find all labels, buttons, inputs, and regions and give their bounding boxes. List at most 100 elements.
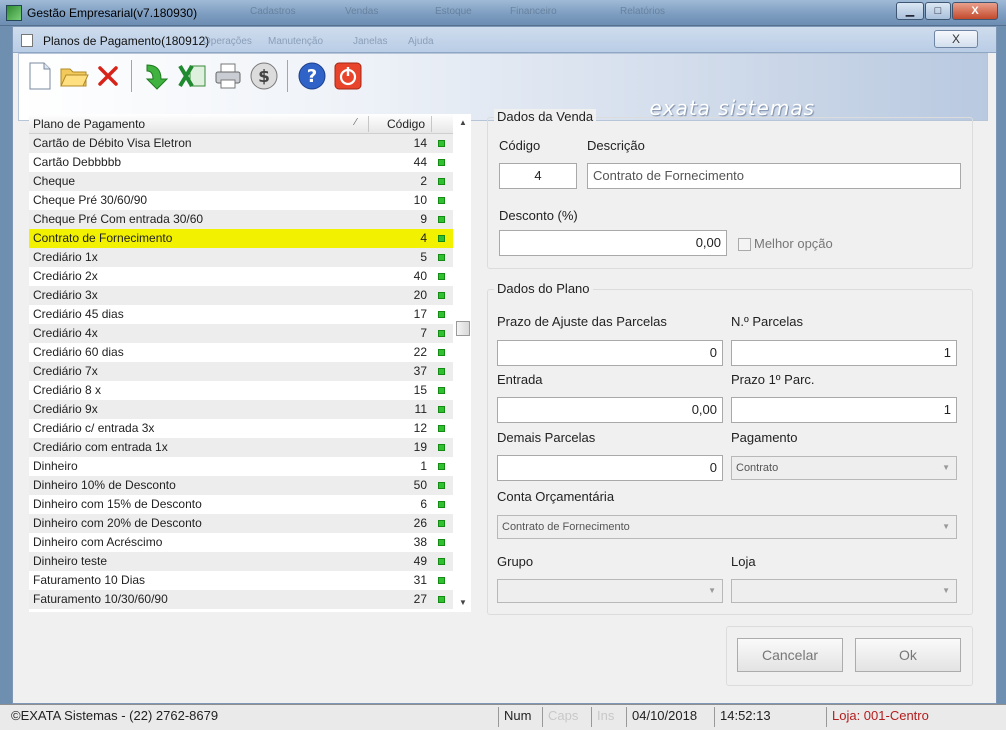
active-status-icon	[438, 197, 445, 204]
list-item-name: Cheque Pré 30/60/90	[33, 193, 148, 207]
list-item[interactable]: Crediário 9x 11	[29, 400, 453, 419]
list-item[interactable]: Dinheiro 10% de Desconto 50	[29, 476, 453, 495]
ghost-menu-item: Financeiro	[510, 6, 557, 17]
list-item[interactable]: Cheque Pré 30/60/90 10	[29, 191, 453, 210]
pagamento-label: Pagamento	[731, 430, 798, 445]
list-item[interactable]: Cheque 2	[29, 172, 453, 191]
list-item[interactable]: Crediário 45 dias 17	[29, 305, 453, 324]
import-arrow-icon[interactable]	[139, 60, 173, 92]
cancelar-button[interactable]: Cancelar	[737, 638, 843, 672]
payment-plan-list[interactable]: Plano de Pagamento ⁄ Código Cartão de Dé…	[29, 114, 471, 612]
conta-orcamentaria-select[interactable]: Contrato de Fornecimento ▼	[497, 515, 957, 539]
list-item-code: 22	[413, 345, 427, 359]
desconto-field[interactable]: 0,00	[499, 230, 727, 256]
help-icon[interactable]: ?	[295, 60, 329, 92]
codigo-field[interactable]: 4	[499, 163, 577, 189]
list-item[interactable]: Dinheiro com 15% de Desconto 6	[29, 495, 453, 514]
list-item[interactable]: Crediário 1x 5	[29, 248, 453, 267]
list-item[interactable]: Dinheiro com Acréscimo 38	[29, 533, 453, 552]
descricao-field[interactable]: Contrato de Fornecimento	[587, 163, 961, 189]
melhor-opcao-checkbox[interactable]	[738, 238, 751, 251]
active-status-icon	[438, 178, 445, 185]
demais-parcelas-field[interactable]: 0	[497, 455, 723, 481]
list-item-code: 44	[413, 155, 427, 169]
active-status-icon	[438, 520, 445, 527]
active-status-icon	[438, 463, 445, 470]
list-item[interactable]: Crediário 4x 7	[29, 324, 453, 343]
active-status-icon	[438, 216, 445, 223]
list-item[interactable]: Crediário 60 dias 22	[29, 343, 453, 362]
grupo-label: Grupo	[497, 554, 534, 569]
excel-export-icon[interactable]	[175, 60, 209, 92]
list-item[interactable]: Crediário 7x 37	[29, 362, 453, 381]
active-status-icon	[438, 292, 445, 299]
toolbar-separator	[287, 60, 288, 92]
caps-indicator: Caps	[542, 707, 583, 727]
ghost-menu-item: Estoque	[435, 6, 472, 17]
chevron-down-icon: ▼	[942, 586, 950, 595]
list-item-name: Dinheiro com 15% de Desconto	[33, 497, 202, 511]
list-item-name: Dinheiro	[33, 459, 78, 473]
list-item-name: Crediário 8 x	[33, 383, 102, 397]
loja-select[interactable]: ▼	[731, 579, 957, 603]
list-item[interactable]: Cartão Debbbbb 44	[29, 153, 453, 172]
window-close-button[interactable]: X	[934, 30, 978, 48]
list-item[interactable]: Crediário c/ entrada 3x 12	[29, 419, 453, 438]
dados-plano-group: Dados do Plano Prazo de Ajuste das Parce…	[487, 281, 973, 615]
dados-plano-title: Dados do Plano	[494, 281, 593, 296]
chevron-down-icon: ▼	[708, 586, 716, 595]
list-item-name: Cartão de Débito Visa Eletron	[33, 136, 192, 150]
list-item[interactable]: Cheque Pré Com entrada 30/60 9	[29, 210, 453, 229]
close-button[interactable]: X	[952, 2, 998, 20]
open-folder-icon[interactable]	[57, 60, 91, 92]
minimize-button[interactable]: ▁	[896, 2, 924, 20]
active-status-icon	[438, 596, 445, 603]
svg-text:$: $	[258, 67, 270, 87]
header-divider	[368, 116, 369, 132]
scroll-down-icon[interactable]: ▼	[459, 598, 467, 607]
list-item[interactable]: Dinheiro com 20% de Desconto 26	[29, 514, 453, 533]
n-parcelas-field[interactable]: 1	[731, 340, 957, 366]
list-item-code: 11	[414, 402, 427, 416]
list-item[interactable]: Dinheiro 1	[29, 457, 453, 476]
ghost-menu-item: Relatórios	[620, 6, 666, 17]
entrada-field[interactable]: 0,00	[497, 397, 723, 423]
maximize-button[interactable]: □	[925, 2, 951, 20]
column-header-plano[interactable]: Plano de Pagamento	[33, 117, 145, 131]
list-item[interactable]: Faturamento 10/30/60/90 27	[29, 590, 453, 609]
list-scrollbar[interactable]: ▲ ▼	[455, 114, 471, 612]
loja-label: Loja	[731, 554, 756, 569]
list-item[interactable]: Faturamento 10 Dias 31	[29, 571, 453, 590]
pagamento-select[interactable]: Contrato ▼	[731, 456, 957, 480]
list-item[interactable]: Cartão de Débito Visa Eletron 14	[29, 134, 453, 153]
new-document-icon[interactable]	[23, 60, 57, 92]
list-item[interactable]: Crediário 8 x 15	[29, 381, 453, 400]
list-item[interactable]: Crediário com entrada 1x 19	[29, 438, 453, 457]
ok-button[interactable]: Ok	[855, 638, 961, 672]
prazo-ajuste-field[interactable]: 0	[497, 340, 723, 366]
list-item[interactable]: Contrato de Fornecimento 4	[29, 229, 453, 248]
money-icon[interactable]: $	[247, 60, 281, 92]
list-item-code: 38	[413, 535, 427, 549]
list-item-name: Crediário 9x	[33, 402, 98, 416]
prazo-1-parc-label: Prazo 1º Parc.	[731, 372, 815, 387]
svg-text:?: ?	[307, 66, 317, 87]
grupo-select[interactable]: ▼	[497, 579, 723, 603]
list-item[interactable]: Crediário 3x 20	[29, 286, 453, 305]
list-item-name: Crediário 3x	[33, 288, 98, 302]
scroll-up-icon[interactable]: ▲	[459, 118, 467, 127]
copyright-text: ©EXATA Sistemas - (22) 2762-8679	[11, 708, 219, 723]
active-status-icon	[438, 140, 445, 147]
list-item-code: 14	[413, 136, 427, 150]
delete-icon[interactable]	[91, 60, 125, 92]
scroll-thumb[interactable]	[456, 321, 470, 336]
print-icon[interactable]	[211, 60, 245, 92]
column-header-codigo[interactable]: Código	[387, 117, 425, 131]
active-status-icon	[438, 501, 445, 508]
active-status-icon	[438, 387, 445, 394]
exit-power-icon[interactable]	[331, 60, 365, 92]
active-status-icon	[438, 235, 445, 242]
list-item[interactable]: Crediário 2x 40	[29, 267, 453, 286]
prazo-1-parc-field[interactable]: 1	[731, 397, 957, 423]
list-item[interactable]: Dinheiro teste 49	[29, 552, 453, 571]
